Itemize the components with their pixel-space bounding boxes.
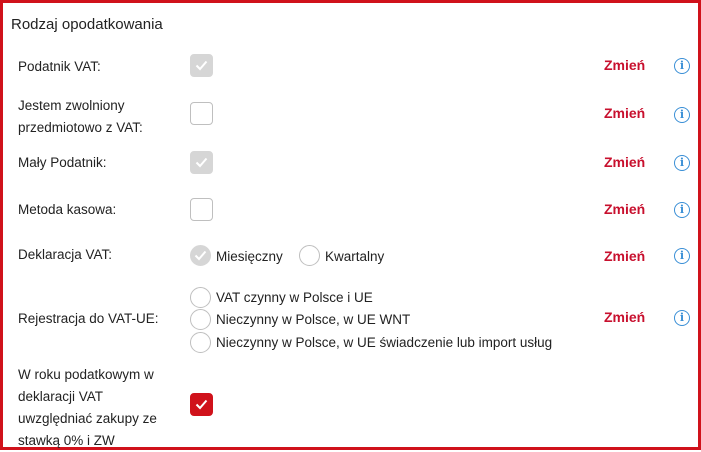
check-icon — [195, 157, 208, 168]
purchases-label-line1: W roku podatkowym w — [18, 367, 154, 382]
radio-monthly-label[interactable]: Miesięczny — [216, 247, 283, 267]
exempt-info-icon[interactable]: i — [674, 107, 690, 123]
radio-inactive-pl-ue-wnt-label[interactable]: Nieczynny w Polsce, w UE WNT — [216, 310, 410, 330]
change-small-taxpayer-button[interactable]: Zmień — [604, 154, 645, 170]
section-title: Rodzaj opodatkowania — [11, 16, 163, 33]
radio-quarterly-label[interactable]: Kwartalny — [325, 247, 384, 267]
vat-declaration-label: Deklaracja VAT: — [18, 247, 113, 262]
check-icon — [195, 60, 208, 71]
vat-ue-info-icon[interactable]: i — [674, 310, 690, 326]
vat-declaration-info-icon[interactable]: i — [674, 248, 690, 264]
purchases-label: W roku podatkowym w deklaracji VAT uwzgl… — [18, 364, 157, 452]
change-exempt-button[interactable]: Zmień — [604, 105, 645, 121]
small-taxpayer-label: Mały Podatnik: — [18, 155, 107, 170]
vat-payer-label: Podatnik VAT: — [18, 59, 101, 74]
purchases-label-line3: uwzględniać zakupy ze — [18, 411, 157, 426]
exempt-label-line1: Jestem zwolniony — [18, 98, 125, 113]
check-icon — [195, 399, 208, 410]
radio-vat-active-pl-ue[interactable] — [190, 287, 211, 308]
cash-method-label: Metoda kasowa: — [18, 202, 117, 217]
small-taxpayer-info-icon[interactable]: i — [674, 155, 690, 171]
small-taxpayer-checkbox[interactable] — [190, 151, 213, 174]
exempt-label-line2: przedmiotowo z VAT: — [18, 120, 143, 135]
radio-vat-active-pl-ue-label[interactable]: VAT czynny w Polsce i UE — [216, 288, 373, 308]
change-vat-ue-button[interactable]: Zmień — [604, 309, 645, 325]
exempt-label: Jestem zwolniony przedmiotowo z VAT: — [18, 95, 143, 139]
cash-method-checkbox[interactable] — [190, 198, 213, 221]
tax-type-panel: Rodzaj opodatkowania Podatnik VAT: Zmień… — [0, 0, 701, 450]
change-vat-declaration-button[interactable]: Zmień — [604, 248, 645, 264]
check-icon — [194, 250, 207, 261]
vat-payer-info-icon[interactable]: i — [674, 58, 690, 74]
purchases-checkbox[interactable] — [190, 393, 213, 416]
cash-method-info-icon[interactable]: i — [674, 202, 690, 218]
change-cash-method-button[interactable]: Zmień — [604, 201, 645, 217]
vat-ue-label: Rejestracja do VAT-UE: — [18, 311, 159, 326]
radio-inactive-pl-ue-services[interactable] — [190, 332, 211, 353]
change-vat-payer-button[interactable]: Zmień — [604, 57, 645, 73]
purchases-label-line4: stawką 0% i ZW — [18, 433, 115, 448]
radio-inactive-pl-ue-wnt[interactable] — [190, 309, 211, 330]
exempt-checkbox[interactable] — [190, 102, 213, 125]
vat-payer-checkbox[interactable] — [190, 54, 213, 77]
radio-inactive-pl-ue-services-label[interactable]: Nieczynny w Polsce, w UE świadczenie lub… — [216, 333, 552, 353]
radio-quarterly[interactable] — [299, 245, 320, 266]
radio-monthly[interactable] — [190, 245, 211, 266]
purchases-label-line2: deklaracji VAT — [18, 389, 104, 404]
